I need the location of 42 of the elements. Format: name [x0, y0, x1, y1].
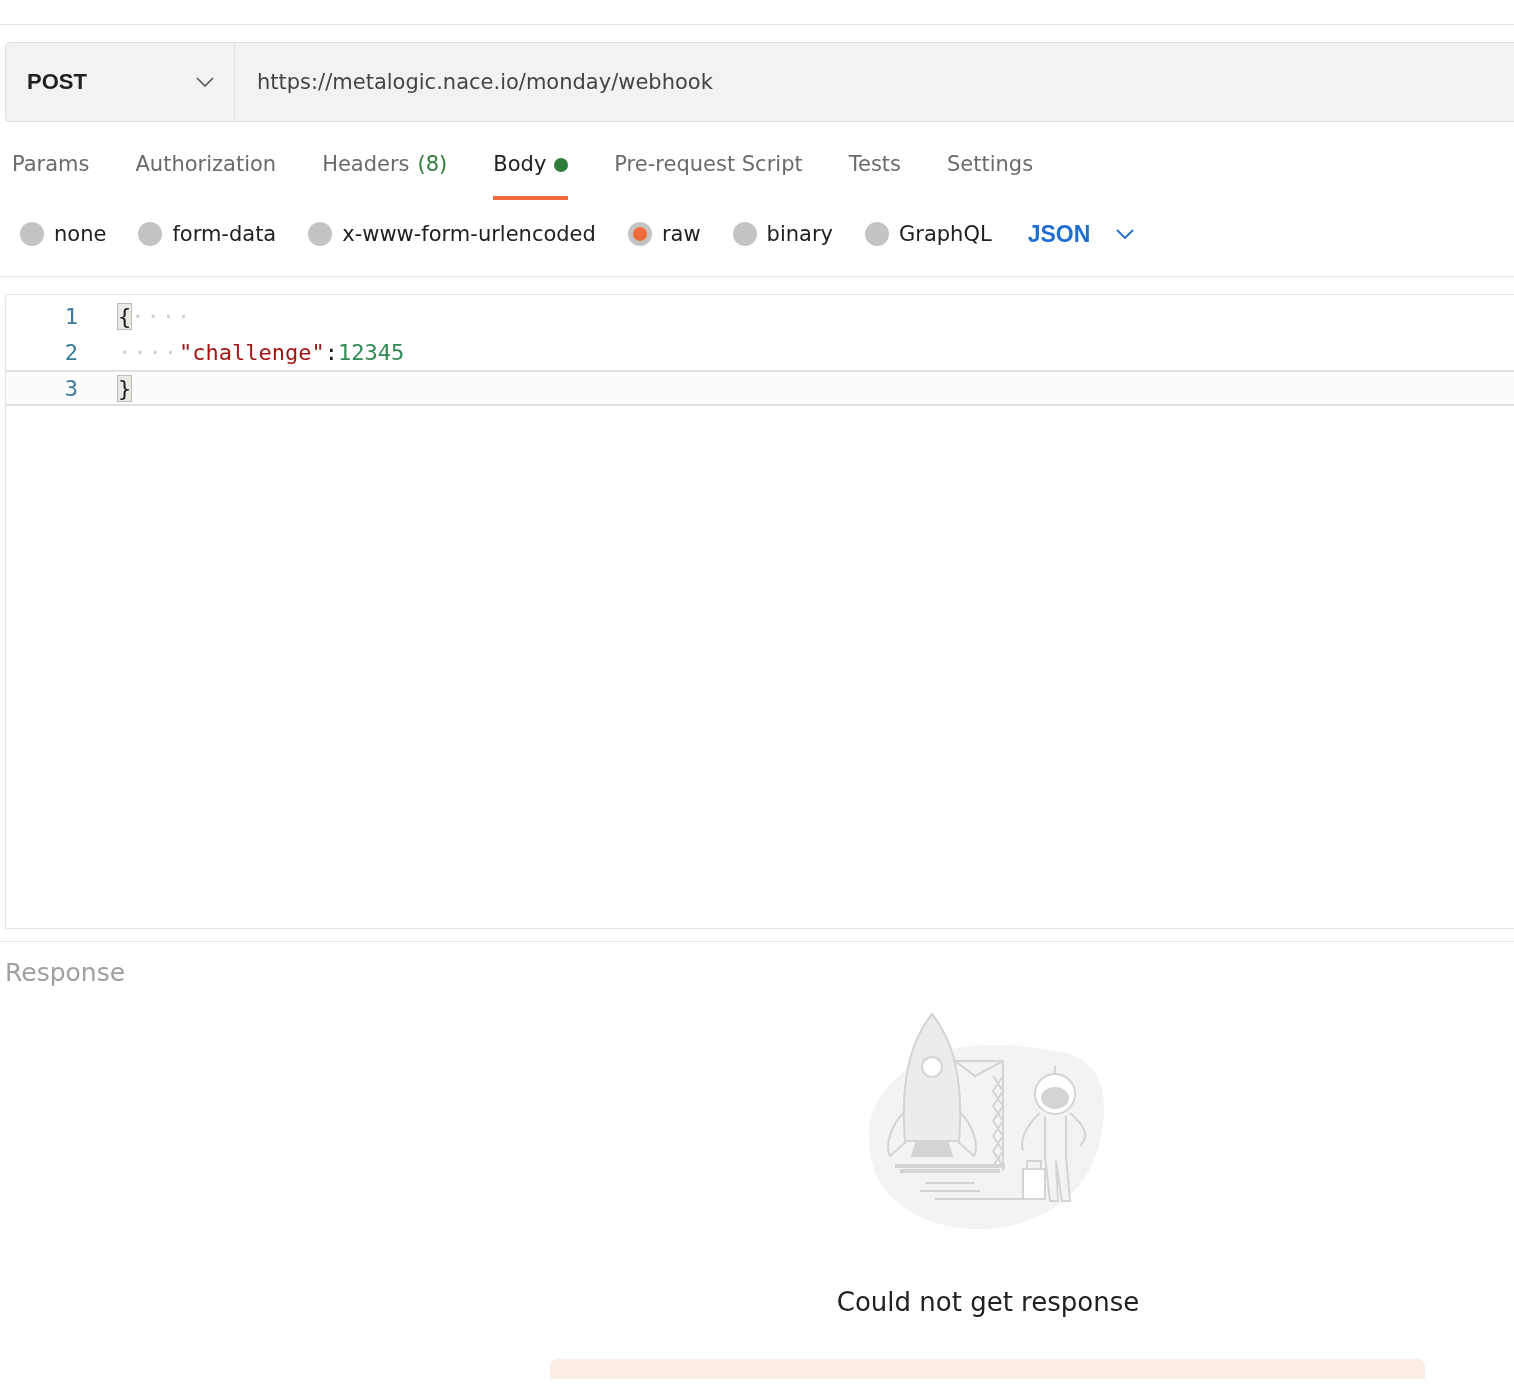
line-number: 2: [63, 339, 79, 365]
json-number: 12345: [337, 339, 405, 365]
radio-icon[interactable]: [20, 222, 44, 246]
radio-label: binary: [766, 222, 833, 246]
radio-icon[interactable]: [627, 222, 652, 246]
count-text: (8): [417, 152, 448, 176]
method-dropdown[interactable]: POST: [6, 43, 235, 121]
tab[interactable]: Pre-request Script: [614, 152, 803, 202]
tab[interactable]: Authorization: [135, 152, 277, 202]
colon-text: :: [324, 339, 338, 365]
radio-label: GraphQL: [898, 222, 992, 246]
radio-option[interactable]: raw: [627, 222, 701, 246]
radio-icon[interactable]: [138, 222, 163, 246]
bracket-text: {: [118, 303, 132, 329]
radio-icon[interactable]: [308, 222, 333, 246]
radio-icon[interactable]: [732, 222, 757, 246]
url-field[interactable]: https://metalogic.nace.io/monday/webhook: [235, 43, 1514, 121]
radio-label: form-data: [172, 222, 277, 246]
tab[interactable]: Settings: [947, 152, 1034, 202]
empty-state-message: Could not get response: [836, 1287, 1140, 1317]
radio-icon[interactable]: [864, 222, 889, 246]
language-dropdown[interactable]: JSON: [1023, 220, 1135, 248]
json-key: "challenge": [179, 339, 325, 365]
tab[interactable]: Body: [493, 152, 569, 200]
chevron-down-icon: [1116, 229, 1135, 239]
response-heading: Response: [5, 958, 127, 987]
tab[interactable]: Params: [12, 152, 90, 202]
tab[interactable]: Headers (8): [322, 152, 448, 202]
line-number: 3: [63, 375, 79, 401]
radio-label: none: [54, 222, 107, 246]
chevron-down-icon: [196, 77, 214, 87]
radio-option[interactable]: GraphQL: [864, 222, 992, 246]
whitespace-marker: ····: [118, 339, 179, 365]
radio-option[interactable]: binary: [732, 222, 833, 246]
bracket-text: }: [118, 375, 132, 401]
tab[interactable]: Tests: [848, 152, 901, 202]
radio-option[interactable]: form-data: [138, 222, 277, 246]
whitespace-marker: ····: [131, 303, 193, 329]
radio-label: raw: [661, 222, 701, 246]
code-editor[interactable]: 1 {···· 2 ····"challenge":12345 3 }: [5, 294, 1514, 929]
line-number: 1: [63, 303, 79, 329]
radio-option[interactable]: none: [20, 222, 107, 246]
